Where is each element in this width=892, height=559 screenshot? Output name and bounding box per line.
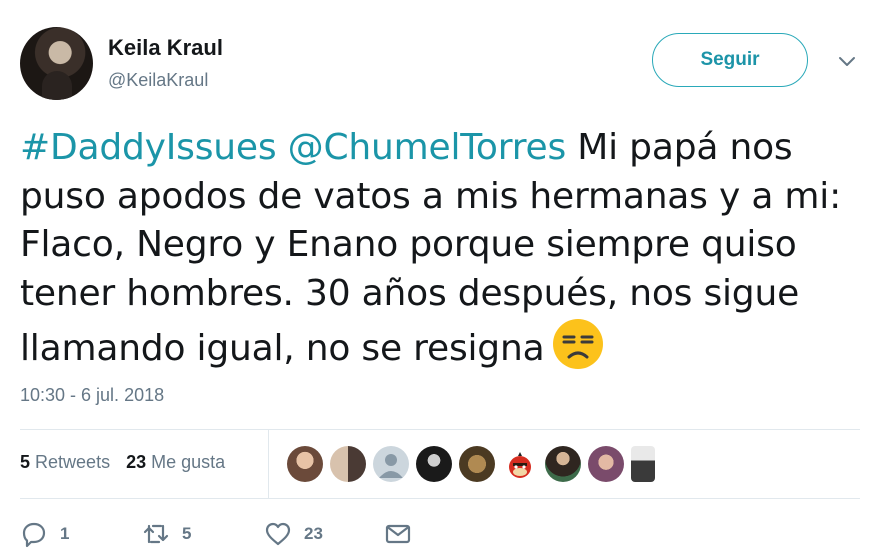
retweets-label: Retweets <box>35 452 111 472</box>
tweet-header: Keila Kraul @KeilaKraul Seguir <box>20 27 872 102</box>
likes-count: 23 <box>126 452 147 472</box>
likes-label: Me gusta <box>151 452 226 472</box>
dm-action[interactable] <box>384 520 412 548</box>
follow-button[interactable]: Seguir <box>652 33 808 87</box>
envelope-icon <box>385 524 411 544</box>
liker-avatar[interactable] <box>631 446 655 482</box>
liker-avatar[interactable] <box>287 446 323 482</box>
liker-avatar[interactable] <box>459 446 495 482</box>
liker-avatar[interactable] <box>373 446 409 482</box>
divider-bottom <box>20 498 860 499</box>
chevron-down-icon[interactable] <box>837 51 857 71</box>
tweet-text-line3: Flaco, Negro y Enano porque siempre quis… <box>20 224 797 265</box>
tweet-stats: 5 Retweets 23 Me gusta <box>20 452 225 473</box>
reply-icon <box>22 522 46 548</box>
unamused-face-emoji <box>553 319 604 369</box>
tweet-actions: 1 5 23 <box>20 520 440 552</box>
retweet-icon <box>143 524 169 544</box>
heart-icon <box>265 522 291 546</box>
retweet-action[interactable]: 5 <box>142 520 191 548</box>
tweet-text-line2: puso apodos de vatos a mis hermanas y a … <box>20 175 842 217</box>
like-action[interactable]: 23 <box>264 520 323 548</box>
author-display-name[interactable]: Keila Kraul <box>108 35 223 61</box>
reply-action[interactable]: 1 <box>20 520 69 548</box>
retweets-count: 5 <box>20 452 31 472</box>
reply-count: 1 <box>60 524 70 543</box>
likes-stat[interactable]: 23 Me gusta <box>126 452 225 473</box>
tweet-text-line1: Mi papá nos <box>566 127 793 168</box>
hashtag-link[interactable]: #DaddyIssues <box>20 127 277 168</box>
author-avatar[interactable] <box>20 27 93 100</box>
stats-divider <box>268 430 269 498</box>
tweet-text-line5: llamando igual, no se resigna <box>20 328 545 369</box>
tweet-timestamp[interactable]: 10:30 - 6 jul. 2018 <box>20 385 164 406</box>
like-count: 23 <box>304 524 323 543</box>
liker-avatar[interactable] <box>588 446 624 482</box>
divider-top <box>20 429 860 430</box>
author-handle[interactable]: @KeilaKraul <box>108 70 208 91</box>
tweet-text-line4: tener hombres. 30 años después, nos sigu… <box>20 272 800 314</box>
liker-avatar[interactable] <box>416 446 452 482</box>
retweet-count: 5 <box>182 524 192 543</box>
liker-avatar[interactable] <box>545 446 581 482</box>
retweets-stat[interactable]: 5 Retweets <box>20 452 110 473</box>
mention-link[interactable]: @ChumelTorres <box>288 127 567 168</box>
liker-avatars <box>287 446 655 482</box>
liker-avatar[interactable] <box>330 446 366 482</box>
tweet-text: #DaddyIssues @ChumelTorres Mi papá nos p… <box>20 124 870 374</box>
liker-avatar[interactable] <box>502 446 538 482</box>
